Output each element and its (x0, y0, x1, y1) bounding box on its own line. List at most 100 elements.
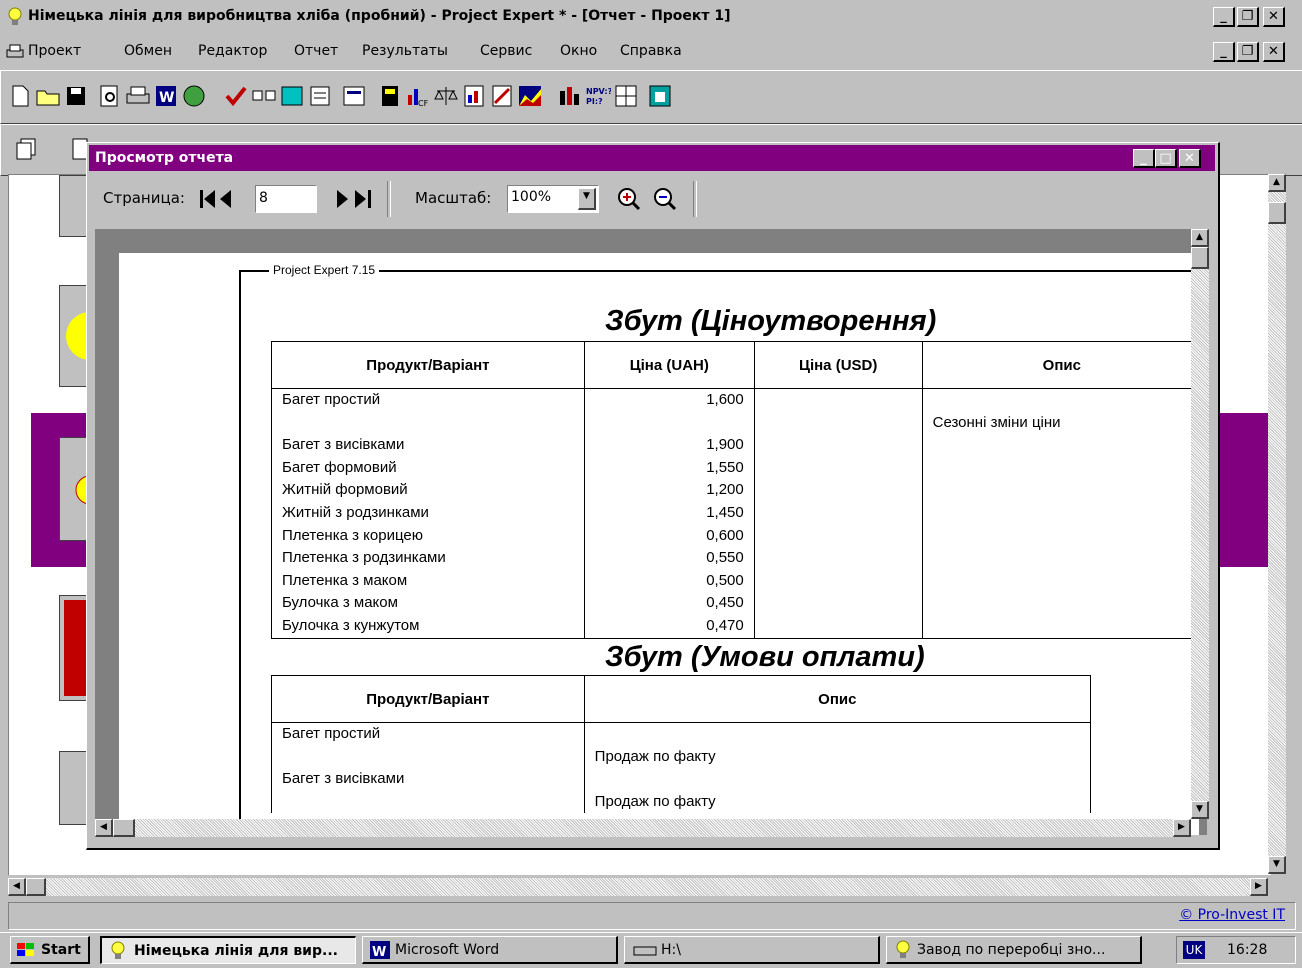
chart-cf-icon[interactable]: CF (405, 83, 431, 109)
zoom-in-icon[interactable] (617, 187, 643, 213)
system-tray: UK 16:28 (1176, 936, 1296, 964)
dialog-close-button[interactable]: ✕ (1179, 149, 1201, 168)
outer-horizontal-scrollbar[interactable]: ◀ ▶ (8, 878, 1268, 896)
menu-window[interactable]: Окно (560, 43, 597, 59)
cell-price-usd (753, 411, 923, 435)
layers-icon[interactable] (13, 137, 39, 163)
mdi-minimize-button[interactable]: _ (1213, 42, 1235, 62)
cell-product: Житній з родзинками (271, 501, 585, 525)
menu-service[interactable]: Сервис (480, 43, 532, 59)
cell-description (921, 614, 1201, 639)
mdi-close-button[interactable]: ✕ (1263, 42, 1285, 62)
menu-exchange[interactable]: Обмен (124, 43, 172, 59)
report-hscroll-thumb[interactable] (113, 819, 135, 837)
menu-results[interactable]: Результаты (362, 43, 448, 59)
scroll-down-button[interactable]: ▼ (1268, 856, 1286, 874)
word-icon[interactable]: W (153, 83, 179, 109)
cell-product: Плетенка з корицею (271, 524, 585, 548)
report-vertical-scrollbar[interactable]: ▲ ▼ (1191, 229, 1209, 819)
new-file-icon[interactable] (7, 83, 33, 109)
print-preview-icon[interactable] (97, 83, 123, 109)
clipboard-icon[interactable] (307, 83, 333, 109)
print-icon[interactable] (125, 83, 151, 109)
zoom-out-icon[interactable] (653, 187, 679, 213)
cell-product (271, 411, 585, 435)
dialog-minimize-button[interactable]: _ (1133, 149, 1155, 168)
pricing-header-row: Продукт/Варіант Ціна (UAH) Ціна (USD) Оп… (271, 341, 1201, 389)
scroll-thumb[interactable] (1268, 202, 1286, 224)
report-scroll-down-button[interactable]: ▼ (1191, 801, 1209, 819)
start-button[interactable]: Start (10, 936, 90, 964)
outer-vertical-scrollbar[interactable]: ▲ ▼ (1268, 174, 1286, 874)
task-word[interactable]: W Microsoft Word (362, 936, 618, 964)
zoom-label: Масштаб: (415, 189, 492, 207)
task-project-expert[interactable]: Німецька лінія для вир... (100, 936, 356, 964)
pricing-row: Багет формовий 1,550 (271, 456, 1201, 480)
scales-icon[interactable] (433, 83, 459, 109)
task-label-3: H:\ (661, 942, 681, 958)
task-plant[interactable]: Завод по переробці зно... (886, 936, 1142, 964)
pricing-row: Плетенка з корицею 0,600 (271, 524, 1201, 548)
cell-price-usd (753, 388, 923, 412)
report-horizontal-scrollbar[interactable]: ◀ ▶ (95, 819, 1191, 837)
npv-pi-icon[interactable]: NPV:?PI:? (585, 83, 611, 109)
report-scroll-left-button[interactable]: ◀ (95, 819, 113, 837)
analysis-icon[interactable] (647, 83, 673, 109)
chevron-down-icon[interactable]: ▼ (578, 188, 596, 210)
col-header-price-usd: Ціна (USD) (753, 341, 923, 389)
edit-chart-icon[interactable] (489, 83, 515, 109)
bar-chart-icon[interactable] (557, 83, 583, 109)
page-input[interactable]: 8 (255, 185, 317, 213)
col-header-description-2: Опис (583, 675, 1092, 723)
grid-icon[interactable] (613, 83, 639, 109)
report-scroll-right-button[interactable]: ▶ (1173, 819, 1191, 837)
cell-description (921, 434, 1201, 457)
dialog-maximize-button[interactable]: □ (1155, 149, 1177, 168)
minimize-button[interactable]: _ (1213, 7, 1235, 27)
cell-product: Плетенка з родзинками (271, 547, 585, 570)
clock: 16:28 (1227, 942, 1268, 958)
scroll-left-button[interactable]: ◀ (8, 878, 26, 896)
payment-row: Продаж по факту (271, 790, 1092, 814)
report-scroll-thumb[interactable] (1191, 247, 1209, 269)
report-preview-dialog: Просмотр отчета _ □ ✕ Страница: 8 Масшта… (86, 142, 1220, 850)
globe-icon[interactable] (181, 83, 207, 109)
task-drive-h[interactable]: H:\ (624, 936, 880, 964)
language-indicator[interactable]: UK (1183, 941, 1205, 959)
last-page-icon[interactable] (333, 187, 377, 211)
report-scroll-up-button[interactable]: ▲ (1191, 229, 1209, 247)
save-icon[interactable] (63, 83, 89, 109)
col-header-product: Продукт/Варіант (271, 341, 585, 389)
scroll-up-button[interactable]: ▲ (1268, 174, 1286, 192)
screen-icon[interactable] (341, 83, 367, 109)
cell-price-uah: 1,550 (583, 456, 755, 480)
area-chart-icon[interactable] (517, 83, 543, 109)
calculator-icon[interactable] (377, 83, 403, 109)
cell-price-usd (753, 569, 923, 593)
restore-button[interactable]: ❐ (1237, 7, 1259, 27)
menu-editor[interactable]: Редактор (198, 43, 267, 59)
open-folder-icon[interactable] (35, 83, 61, 109)
check-icon[interactable] (223, 83, 249, 109)
copyright-link[interactable]: © Pro-Invest IT (1179, 907, 1285, 923)
compare-icon[interactable] (251, 83, 277, 109)
chart-report-icon[interactable] (461, 83, 487, 109)
cell-description-2: Продаж по факту (583, 745, 1092, 769)
cell-price-uah: 0,450 (583, 592, 755, 615)
svg-text:NPV:?: NPV:? (586, 87, 611, 96)
refresh-icon[interactable] (279, 83, 305, 109)
cell-product: Житній формовий (271, 479, 585, 502)
menu-report[interactable]: Отчет (294, 43, 338, 59)
scroll-right-button[interactable]: ▶ (1250, 878, 1268, 896)
cell-description (921, 501, 1201, 525)
zoom-select[interactable]: 100% ▼ (507, 185, 599, 213)
close-button[interactable]: ✕ (1263, 7, 1285, 27)
hscroll-thumb[interactable] (26, 878, 46, 896)
menu-help[interactable]: Справка (620, 43, 682, 59)
mdi-restore-button[interactable]: ❐ (1237, 42, 1259, 62)
menu-project[interactable]: Проект (28, 43, 81, 59)
cell-price-usd (753, 501, 923, 525)
toolbar-separator (387, 181, 391, 217)
first-page-icon[interactable] (197, 187, 237, 211)
report-paper: Project Expert 7.15 Збут (Ціноутворення)… (119, 253, 1201, 835)
